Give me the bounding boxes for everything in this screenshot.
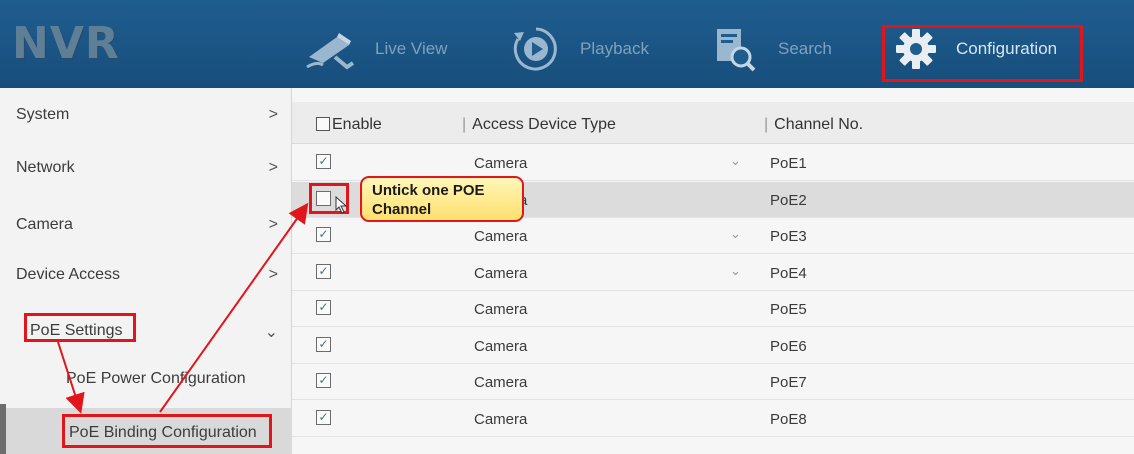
callout-line-2: Channel <box>372 201 432 218</box>
table-row[interactable]: ✓ Camera PoE5 <box>292 291 1134 327</box>
table-row[interactable]: ✓ Camera PoE8 <box>292 401 1134 437</box>
chevron-right-icon: > <box>268 266 278 283</box>
table-row[interactable]: ✓ Camera ⌄ PoE3 <box>292 218 1134 254</box>
chevron-down-icon[interactable]: ⌄ <box>730 263 741 279</box>
table-row[interactable]: ✓ Camera PoE6 <box>292 328 1134 364</box>
mouse-cursor-icon <box>335 196 348 214</box>
header-channel-no: | Channel No. <box>764 116 863 134</box>
header-channel-label: Channel No. <box>774 116 864 133</box>
access-device-type-cell[interactable]: Camera <box>474 338 527 355</box>
chevron-right-icon: > <box>268 159 278 176</box>
column-separator: | <box>764 116 769 133</box>
channel-no-cell: PoE6 <box>770 337 807 355</box>
search-icon <box>708 24 760 74</box>
enable-checkbox[interactable]: ✓ <box>316 227 331 242</box>
header-type-label: Access Device Type <box>472 116 616 133</box>
chevron-down-icon[interactable]: ⌄ <box>730 153 741 169</box>
table-row[interactable]: ✓ Camera ⌄ PoE4 <box>292 255 1134 291</box>
nav-search[interactable]: Search <box>708 18 832 80</box>
sidebar-scroll-edge <box>0 404 6 454</box>
access-device-type-cell[interactable]: Camera <box>474 411 527 428</box>
table-header: Enable | Access Device Type | Channel No. <box>292 102 1134 144</box>
access-device-type-cell[interactable]: Camera <box>474 228 527 245</box>
sidebar-item-network[interactable]: Network > <box>0 143 292 193</box>
sidebar-item-system[interactable]: System > <box>0 90 292 140</box>
channel-no-cell: PoE4 <box>770 264 807 282</box>
poe-settings-highlight <box>24 313 136 342</box>
nav-live-view[interactable]: Live View <box>305 18 447 80</box>
sidebar: System > Network > Camera > Device Acces… <box>0 88 292 454</box>
header-access-device-type: | Access Device Type <box>462 116 616 134</box>
channel-no-cell: PoE1 <box>770 155 807 172</box>
enable-checkbox[interactable]: ✓ <box>316 409 331 425</box>
channel-no-cell: PoE2 <box>770 191 807 209</box>
channel-no-cell: PoE5 <box>770 301 807 318</box>
chevron-down-icon: ⌄ <box>264 324 278 341</box>
nav-live-view-label: Live View <box>375 39 448 58</box>
callout-line-1: Untick one POE <box>372 182 485 199</box>
poe-binding-highlight <box>62 414 272 448</box>
access-device-type-cell[interactable]: Camera <box>474 265 527 282</box>
chevron-right-icon: > <box>268 106 278 123</box>
chevron-right-icon: > <box>268 216 278 233</box>
enable-checkbox[interactable]: ✓ <box>316 336 331 352</box>
sidebar-item-device-access[interactable]: Device Access > <box>0 250 292 300</box>
sidebar-item-label: Device Access <box>16 266 121 283</box>
sidebar-item-label: PoE Power Configuration <box>66 370 246 387</box>
sidebar-item-poe-power-configuration[interactable]: PoE Power Configuration <box>0 356 292 402</box>
sidebar-item-label: System <box>16 106 70 123</box>
access-device-type-cell[interactable]: Camera <box>474 301 527 318</box>
top-bar: NVR Live View Playback Search Configurat… <box>0 0 1134 88</box>
access-device-type-cell[interactable]: Camera <box>474 155 527 172</box>
enable-checkbox[interactable]: ✓ <box>316 154 331 169</box>
enable-checkbox[interactable]: ✓ <box>316 373 331 388</box>
sidebar-item-label: Network <box>16 159 75 176</box>
nav-search-label: Search <box>778 39 832 58</box>
instruction-callout: Untick one POE Channel <box>360 176 524 222</box>
table-row[interactable]: ✓ Camera PoE7 <box>292 364 1134 400</box>
sidebar-item-label: Camera <box>16 216 73 233</box>
chevron-down-icon[interactable]: ⌄ <box>730 226 741 242</box>
channel-no-cell: PoE8 <box>770 410 807 428</box>
select-all-checkbox[interactable] <box>316 117 330 131</box>
enable-checkbox[interactable]: ✓ <box>316 263 331 279</box>
channel-no-cell: PoE7 <box>770 374 807 391</box>
binding-table: Enable | Access Device Type | Channel No. … <box>292 88 1134 454</box>
header-enable[interactable]: Enable <box>316 116 382 134</box>
play-icon <box>510 24 562 74</box>
channel-no-cell: PoE3 <box>770 228 807 245</box>
header-enable-label: Enable <box>332 116 382 133</box>
sidebar-item-camera[interactable]: Camera > <box>0 200 292 250</box>
enable-checkbox[interactable]: ✓ <box>316 300 331 315</box>
nav-playback-label: Playback <box>580 39 649 58</box>
column-separator: | <box>462 116 467 133</box>
access-device-type-cell[interactable]: Camera <box>474 374 527 391</box>
app-logo: NVR <box>12 18 120 69</box>
nav-playback[interactable]: Playback <box>510 18 649 80</box>
configuration-highlight <box>882 25 1083 82</box>
camera-icon <box>305 24 357 74</box>
